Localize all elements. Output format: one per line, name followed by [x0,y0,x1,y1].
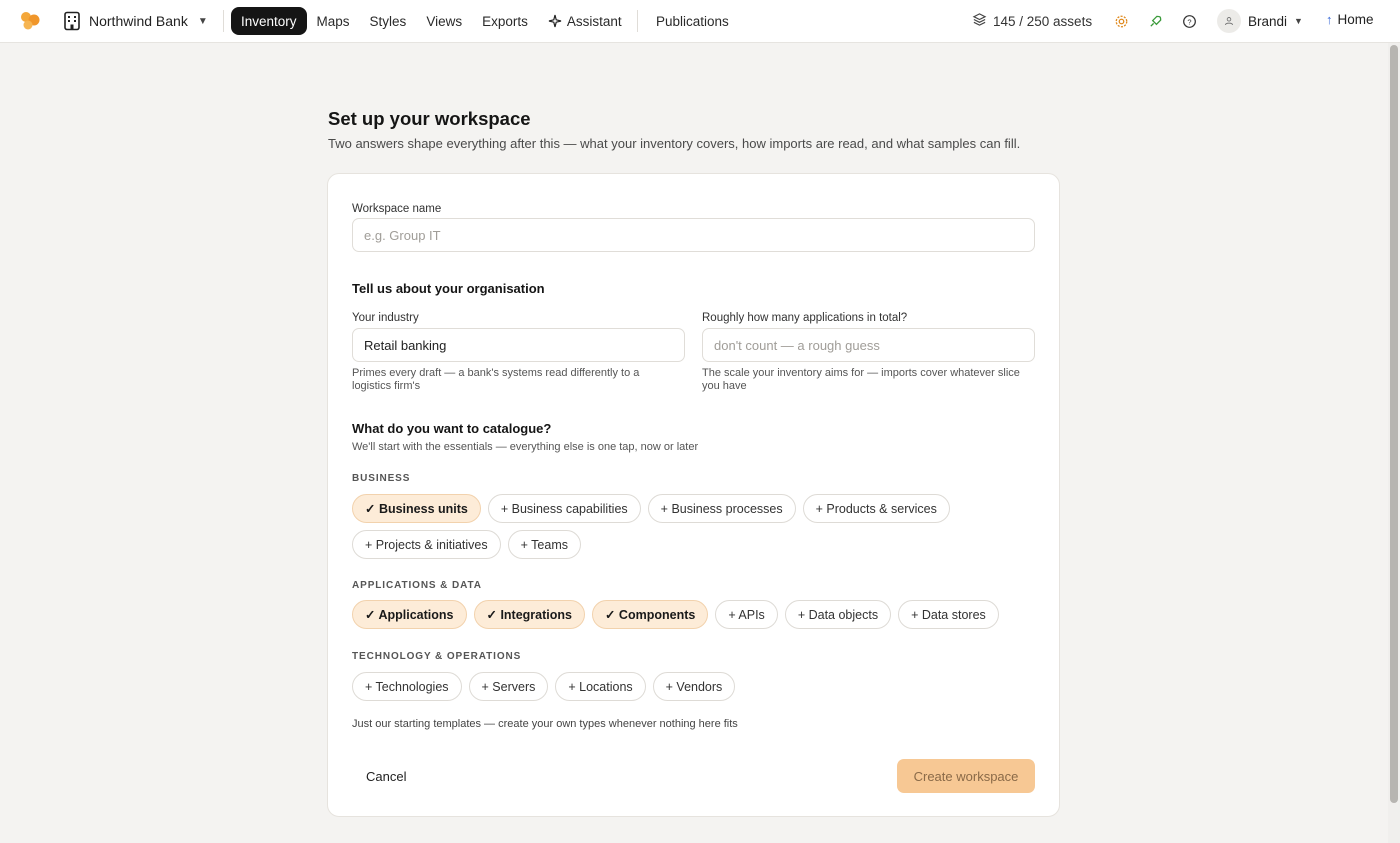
group-label-business: BUSINESS [352,473,411,484]
chip-business-capabilities[interactable]: + Business capabilities [487,494,641,523]
chip-vendors[interactable]: + Vendors [652,672,736,701]
app-count-label: Roughly how many applications in total? [702,312,908,324]
layers-icon [972,12,987,30]
main-nav: Inventory Maps Styles Views Exports Assi… [231,7,632,35]
building-icon [63,11,81,31]
org-name: Northwind Bank [89,13,188,29]
chip-components[interactable]: ✓ Components [591,600,709,629]
settings-gear-icon[interactable] [1113,13,1129,29]
chip-group-technology-operations: + Technologies + Servers + Locations + V… [352,672,1035,701]
app-count-input[interactable]: don't count — a rough guess [702,328,1035,362]
help-icon[interactable]: ? [1181,13,1197,29]
rocket-icon[interactable] [1147,13,1163,29]
app-logo-icon[interactable] [20,11,42,31]
asset-counter[interactable]: 145 / 250 assets [972,12,1092,30]
asset-count: 145 / 250 assets [993,13,1093,29]
chip-apis[interactable]: + APIs [715,600,778,629]
nav-maps[interactable]: Maps [307,7,360,35]
chip-business-processes[interactable]: + Business processes [647,494,796,523]
group-label-applications-data: APPLICATIONS & DATA [352,580,482,591]
setup-card: Workspace name e.g. Group IT Tell us abo… [327,173,1060,817]
arrow-up-icon: ↑ [1326,12,1333,27]
chip-group-applications-data: ✓ Applications ✓ Integrations ✓ Componen… [352,600,1035,629]
org-section-title: Tell us about your organisation [352,281,545,296]
catalogue-section-title: What do you want to catalogue? [352,421,552,436]
nav-assistant-label: Assistant [566,13,622,29]
divider [637,10,638,32]
page-subtitle: Two answers shape everything after this … [328,136,1021,151]
home-label: Home [1337,12,1374,27]
templates-footnote: Just our starting templates — create you… [352,718,738,730]
chip-applications[interactable]: ✓ Applications [352,600,467,629]
chip-group-business: ✓ Business units + Business capabilities… [352,494,952,559]
nav-views[interactable]: Views [416,7,472,35]
home-link[interactable]: ↑ Home [1326,12,1374,27]
cancel-button[interactable]: Cancel [352,759,420,793]
catalogue-section-subtitle: We'll start with the essentials — everyt… [352,441,699,453]
chip-projects-initiatives[interactable]: + Projects & initiatives [352,530,501,559]
user-name: Brandi [1248,13,1288,29]
nav-exports[interactable]: Exports [472,7,538,35]
avatar [1217,9,1241,33]
chip-technologies[interactable]: + Technologies [352,672,462,701]
chevron-down-icon: ▼ [197,15,208,27]
nav-inventory[interactable]: Inventory [231,7,307,35]
chip-integrations[interactable]: ✓ Integrations [473,600,585,629]
chip-products-services[interactable]: + Products & services [802,494,950,523]
svg-text:?: ? [1187,17,1191,26]
top-bar: Northwind Bank ▼ Inventory Maps Styles V… [0,0,1400,43]
nav-assistant[interactable]: Assistant [538,7,632,35]
app-count-hint: The scale your inventory aims for — impo… [702,367,1020,392]
industry-label: Your industry [352,312,419,324]
scrollbar-thumb[interactable] [1390,45,1398,803]
page-title: Set up your workspace [328,108,531,129]
divider [223,10,224,32]
chevron-down-icon: ▼ [1294,16,1303,26]
sparkle-icon [548,14,562,28]
workspace-name-label: Workspace name [352,203,442,215]
org-switcher[interactable]: Northwind Bank ▼ [63,9,208,33]
nav-styles[interactable]: Styles [360,7,417,35]
industry-input[interactable]: Retail banking [352,328,685,362]
user-menu[interactable]: Brandi ▼ [1217,9,1303,33]
chip-business-units[interactable]: ✓ Business units [352,494,481,523]
workspace-name-input[interactable]: e.g. Group IT [352,218,1035,252]
create-workspace-button[interactable]: Create workspace [897,759,1035,793]
industry-hint: Primes every draft — a bank's systems re… [352,367,640,392]
nav-publications[interactable]: Publications [646,7,739,35]
group-label-technology-operations: TECHNOLOGY & OPERATIONS [352,651,522,662]
chip-teams[interactable]: + Teams [507,530,581,559]
chip-servers[interactable]: + Servers [468,672,549,701]
chip-locations[interactable]: + Locations [555,672,646,701]
chip-data-stores[interactable]: + Data stores [898,600,999,629]
chip-data-objects[interactable]: + Data objects [784,600,892,629]
